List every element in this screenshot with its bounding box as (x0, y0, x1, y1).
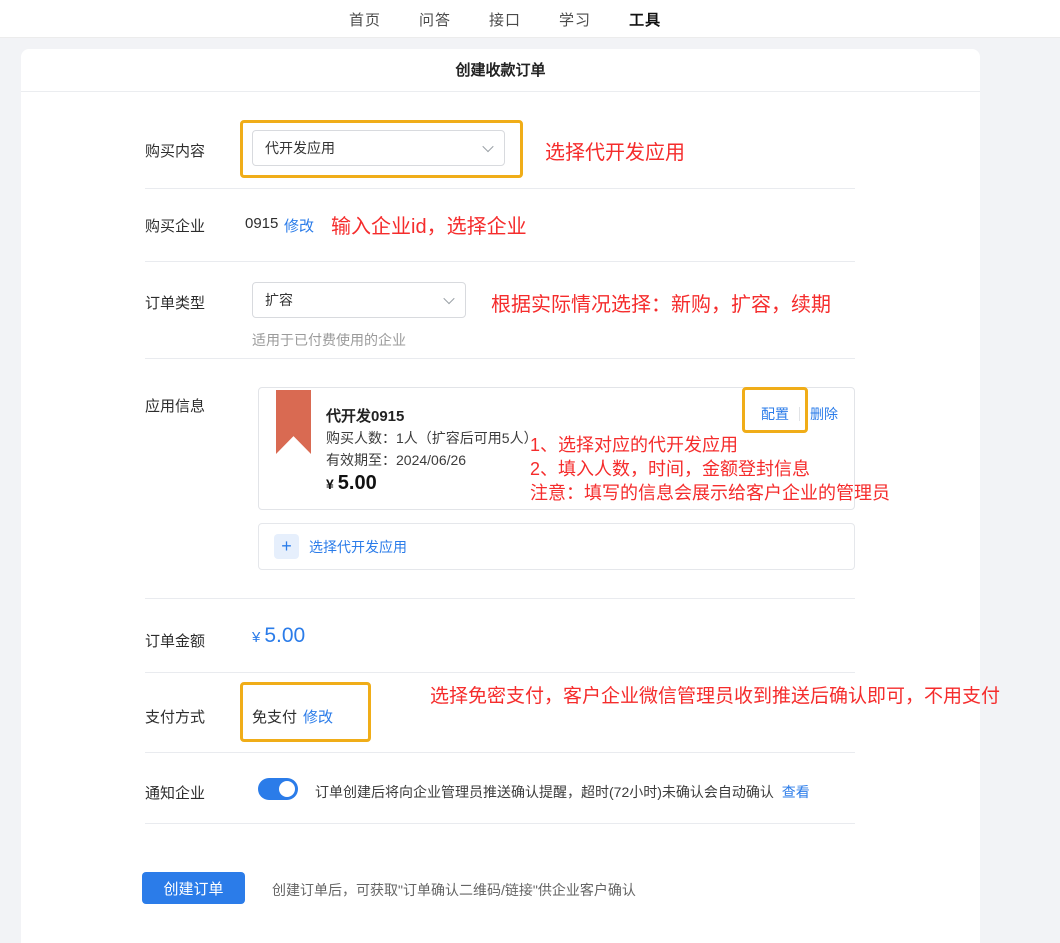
app-info-label: 应用信息 (145, 395, 205, 416)
add-app-label: 选择代开发应用 (309, 537, 407, 557)
row-divider (145, 672, 855, 673)
notify-description-text: 订单创建后将向企业管理员推送确认提醒，超时(72小时)未确认会自动确认 (315, 784, 774, 800)
purchase-content-value: 代开发应用 (265, 138, 335, 158)
app-buyers-line: 购买人数：1人（扩容后可用5人） (326, 428, 538, 448)
purchase-company-annotation: 输入企业id，选择企业 (331, 210, 527, 239)
nav-item-qa[interactable]: 问答 (419, 9, 451, 30)
company-id-value: 0915 (245, 215, 278, 232)
app-name: 代开发0915 (326, 405, 404, 426)
add-app-button[interactable]: + 选择代开发应用 (258, 523, 855, 570)
notify-toggle[interactable] (258, 778, 298, 800)
chevron-down-icon (443, 293, 454, 304)
notify-label: 通知企业 (145, 782, 205, 803)
nav-item-learn[interactable]: 学习 (559, 9, 591, 30)
app-info-annotation-1: 1、选择对应的代开发应用 (530, 433, 738, 457)
order-type-value: 扩容 (265, 290, 293, 310)
app-price: ¥5.00 (326, 472, 377, 495)
order-type-label: 订单类型 (145, 292, 205, 313)
page-title: 创建收款订单 (21, 49, 980, 92)
nav-item-api[interactable]: 接口 (489, 9, 521, 30)
payment-modify-link[interactable]: 修改 (303, 706, 333, 727)
row-divider (145, 752, 855, 753)
configure-link[interactable]: 配置 (761, 404, 789, 424)
order-amount-value: ¥5.00 (252, 624, 305, 648)
payment-method-label: 支付方式 (145, 706, 205, 727)
currency-symbol: ¥ (326, 476, 334, 492)
payment-annotation: 选择免密支付，客户企业微信管理员收到推送后确认即可，不用支付 (430, 682, 1015, 711)
payment-value: 免支付 (252, 706, 297, 727)
purchase-content-annotation: 选择代开发应用 (545, 136, 685, 165)
app-info-annotation-2: 2、填入人数，时间，金额登封信息 (530, 457, 810, 481)
footer-note: 创建订单后，可获取"订单确认二维码/链接"供企业客户确认 (272, 880, 636, 900)
order-type-hint: 适用于已付费使用的企业 (252, 330, 406, 350)
currency-symbol: ¥ (252, 629, 260, 646)
amount-number: 5.00 (264, 624, 305, 647)
order-type-select[interactable]: 扩容 (252, 282, 466, 318)
create-order-button[interactable]: 创建订单 (142, 872, 245, 904)
toggle-knob (279, 781, 295, 797)
app-expire-line: 有效期至：2024/06/26 (326, 450, 466, 470)
app-info-annotation-3: 注意：填写的信息会展示给客户企业的管理员 (530, 481, 890, 505)
nav-item-tools[interactable]: 工具 (629, 9, 661, 30)
vertical-separator (799, 407, 800, 421)
purchase-content-select[interactable]: 代开发应用 (252, 130, 505, 166)
price-value: 5.00 (338, 472, 377, 494)
plus-icon: + (274, 534, 299, 559)
order-amount-label: 订单金额 (145, 630, 205, 651)
row-divider (145, 261, 855, 262)
company-modify-link[interactable]: 修改 (284, 215, 314, 236)
nav-item-home[interactable]: 首页 (349, 9, 381, 30)
purchase-company-label: 购买企业 (145, 215, 205, 236)
chevron-down-icon (482, 141, 493, 152)
card-actions: 配置 删除 (761, 404, 838, 424)
row-divider (145, 823, 855, 824)
top-nav: 首页 问答 接口 学习 工具 (0, 0, 1060, 38)
bookmark-ribbon-icon (276, 390, 311, 454)
row-divider (145, 358, 855, 359)
order-type-annotation: 根据实际情况选择：新购，扩容，续期 (491, 288, 831, 317)
create-order-panel: 创建收款订单 购买内容 代开发应用 选择代开发应用 购买企业 0915 修改 输… (21, 49, 980, 943)
delete-link[interactable]: 删除 (810, 404, 838, 424)
row-divider (145, 598, 855, 599)
row-divider (145, 188, 855, 189)
notify-view-link[interactable]: 查看 (782, 784, 810, 800)
nav-items: 首页 问答 接口 学习 工具 (349, 0, 661, 38)
purchase-content-label: 购买内容 (145, 140, 205, 161)
notify-description: 订单创建后将向企业管理员推送确认提醒，超时(72小时)未确认会自动确认 查看 (315, 782, 810, 802)
